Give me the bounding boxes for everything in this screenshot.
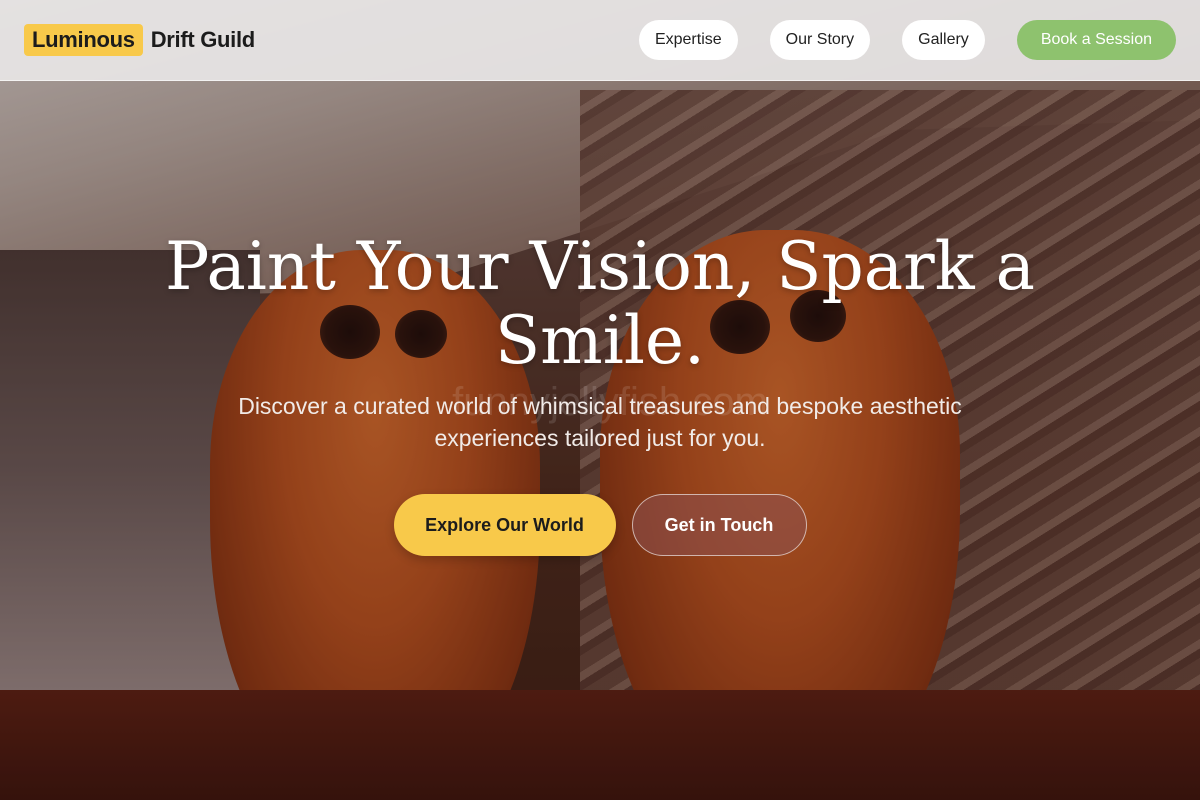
hero-actions: Explore Our World Get in Touch xyxy=(0,494,1200,556)
hero-section: Paint Your Vision, Spark a Smile. Discov… xyxy=(0,230,1200,556)
nav-item-expertise[interactable]: Expertise xyxy=(638,20,738,60)
site-header: Luminous Drift Guild Expertise Our Story… xyxy=(0,0,1200,81)
hero-subheadline: Discover a curated world of whimsical tr… xyxy=(238,393,962,451)
hero-headline: Paint Your Vision, Spark a Smile. xyxy=(165,228,1035,379)
get-in-touch-button[interactable]: Get in Touch xyxy=(631,494,807,556)
nav-item-gallery[interactable]: Gallery xyxy=(902,20,985,60)
logo-highlight: Luminous xyxy=(24,24,143,56)
site-logo[interactable]: Luminous Drift Guild xyxy=(24,24,255,56)
main-nav: Expertise Our Story Gallery Book a Sessi… xyxy=(638,20,1176,60)
nav-item-our-story[interactable]: Our Story xyxy=(769,20,871,60)
book-session-button[interactable]: Book a Session xyxy=(1016,20,1176,60)
logo-text: Drift Guild xyxy=(150,27,256,52)
explore-button[interactable]: Explore Our World xyxy=(393,494,616,556)
